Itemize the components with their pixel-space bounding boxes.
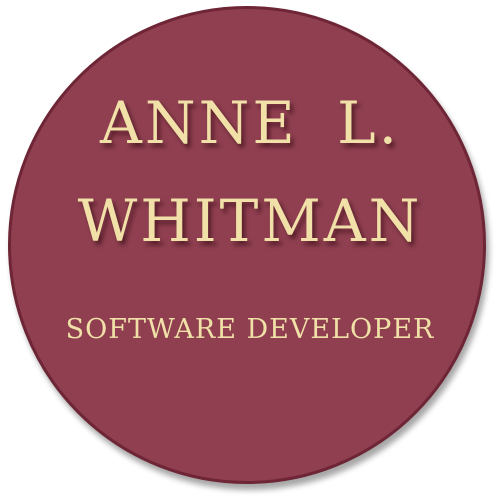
job-title: SOFTWARE DEVELOPER [65, 314, 435, 345]
name-line-1: ANNE L. [99, 89, 401, 157]
name-line-2: WHITMAN [77, 187, 423, 255]
badge-container: ANNE L. WHITMAN SOFTWARE DEVELOPER [0, 0, 500, 500]
